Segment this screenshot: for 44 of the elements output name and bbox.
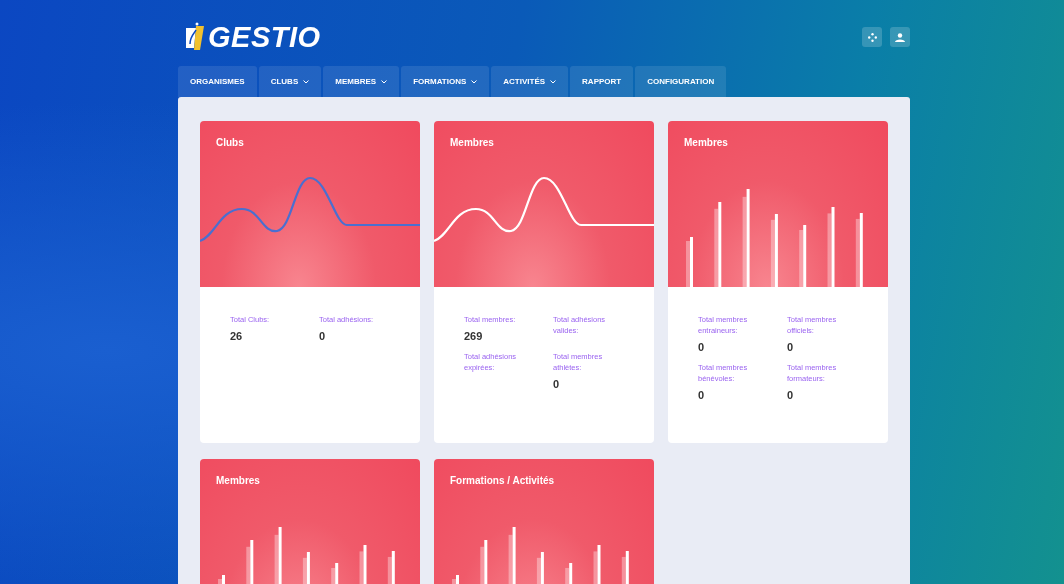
- stat-value: 0: [553, 377, 561, 390]
- chart-bar: [565, 563, 573, 584]
- nav-tab[interactable]: FORMATIONS: [401, 66, 490, 97]
- chart-bar: [359, 545, 367, 584]
- nav-tab[interactable]: ORGANISMES: [178, 66, 257, 97]
- caret-icon: [303, 79, 310, 84]
- chart-bar: [508, 527, 516, 584]
- chart-bar: [593, 545, 601, 584]
- card-title: Membres: [450, 137, 494, 148]
- nav-tab[interactable]: CLUBS: [258, 66, 322, 97]
- caret-icon: [550, 79, 557, 84]
- logo-icon: [184, 22, 206, 52]
- chart-bar: [246, 540, 254, 584]
- card-title: Membres: [216, 475, 260, 486]
- stat-value: 0: [787, 340, 795, 353]
- nav-tab[interactable]: MEMBRES: [323, 66, 400, 97]
- chart-bar: [621, 551, 629, 584]
- stat-value: 0: [698, 388, 706, 401]
- chart-bar: [274, 527, 282, 584]
- stat-value: 0: [787, 388, 795, 401]
- chart-bar: [452, 575, 459, 584]
- chart-bar: [387, 551, 395, 584]
- chart-bar: [480, 540, 488, 584]
- apps-button[interactable]: [862, 27, 882, 47]
- nav-tab[interactable]: ACTIVITÉS: [491, 66, 569, 97]
- stat-value: 0: [698, 340, 706, 353]
- chart-bar: [331, 563, 339, 584]
- nav-tab[interactable]: CONFIGURATION: [635, 66, 727, 97]
- chart-bar: [536, 552, 544, 584]
- nav-tab[interactable]: RAPPORT: [570, 66, 634, 97]
- diamond-dots-icon: [867, 32, 877, 42]
- caret-icon: [381, 79, 388, 84]
- stat-value: 269: [464, 329, 484, 342]
- user-icon: [895, 32, 905, 42]
- stat-value: 26: [230, 329, 244, 342]
- caret-icon: [471, 79, 478, 84]
- stat-value: 0: [319, 329, 327, 342]
- card-title: Formations / Activités: [450, 475, 555, 486]
- chart-bar: [302, 552, 310, 584]
- card-title: Clubs: [216, 137, 244, 148]
- chart-bar: [218, 575, 225, 584]
- card-title: Membres: [684, 137, 728, 148]
- logo-text: GESTIO: [208, 20, 321, 54]
- user-button[interactable]: [890, 27, 910, 47]
